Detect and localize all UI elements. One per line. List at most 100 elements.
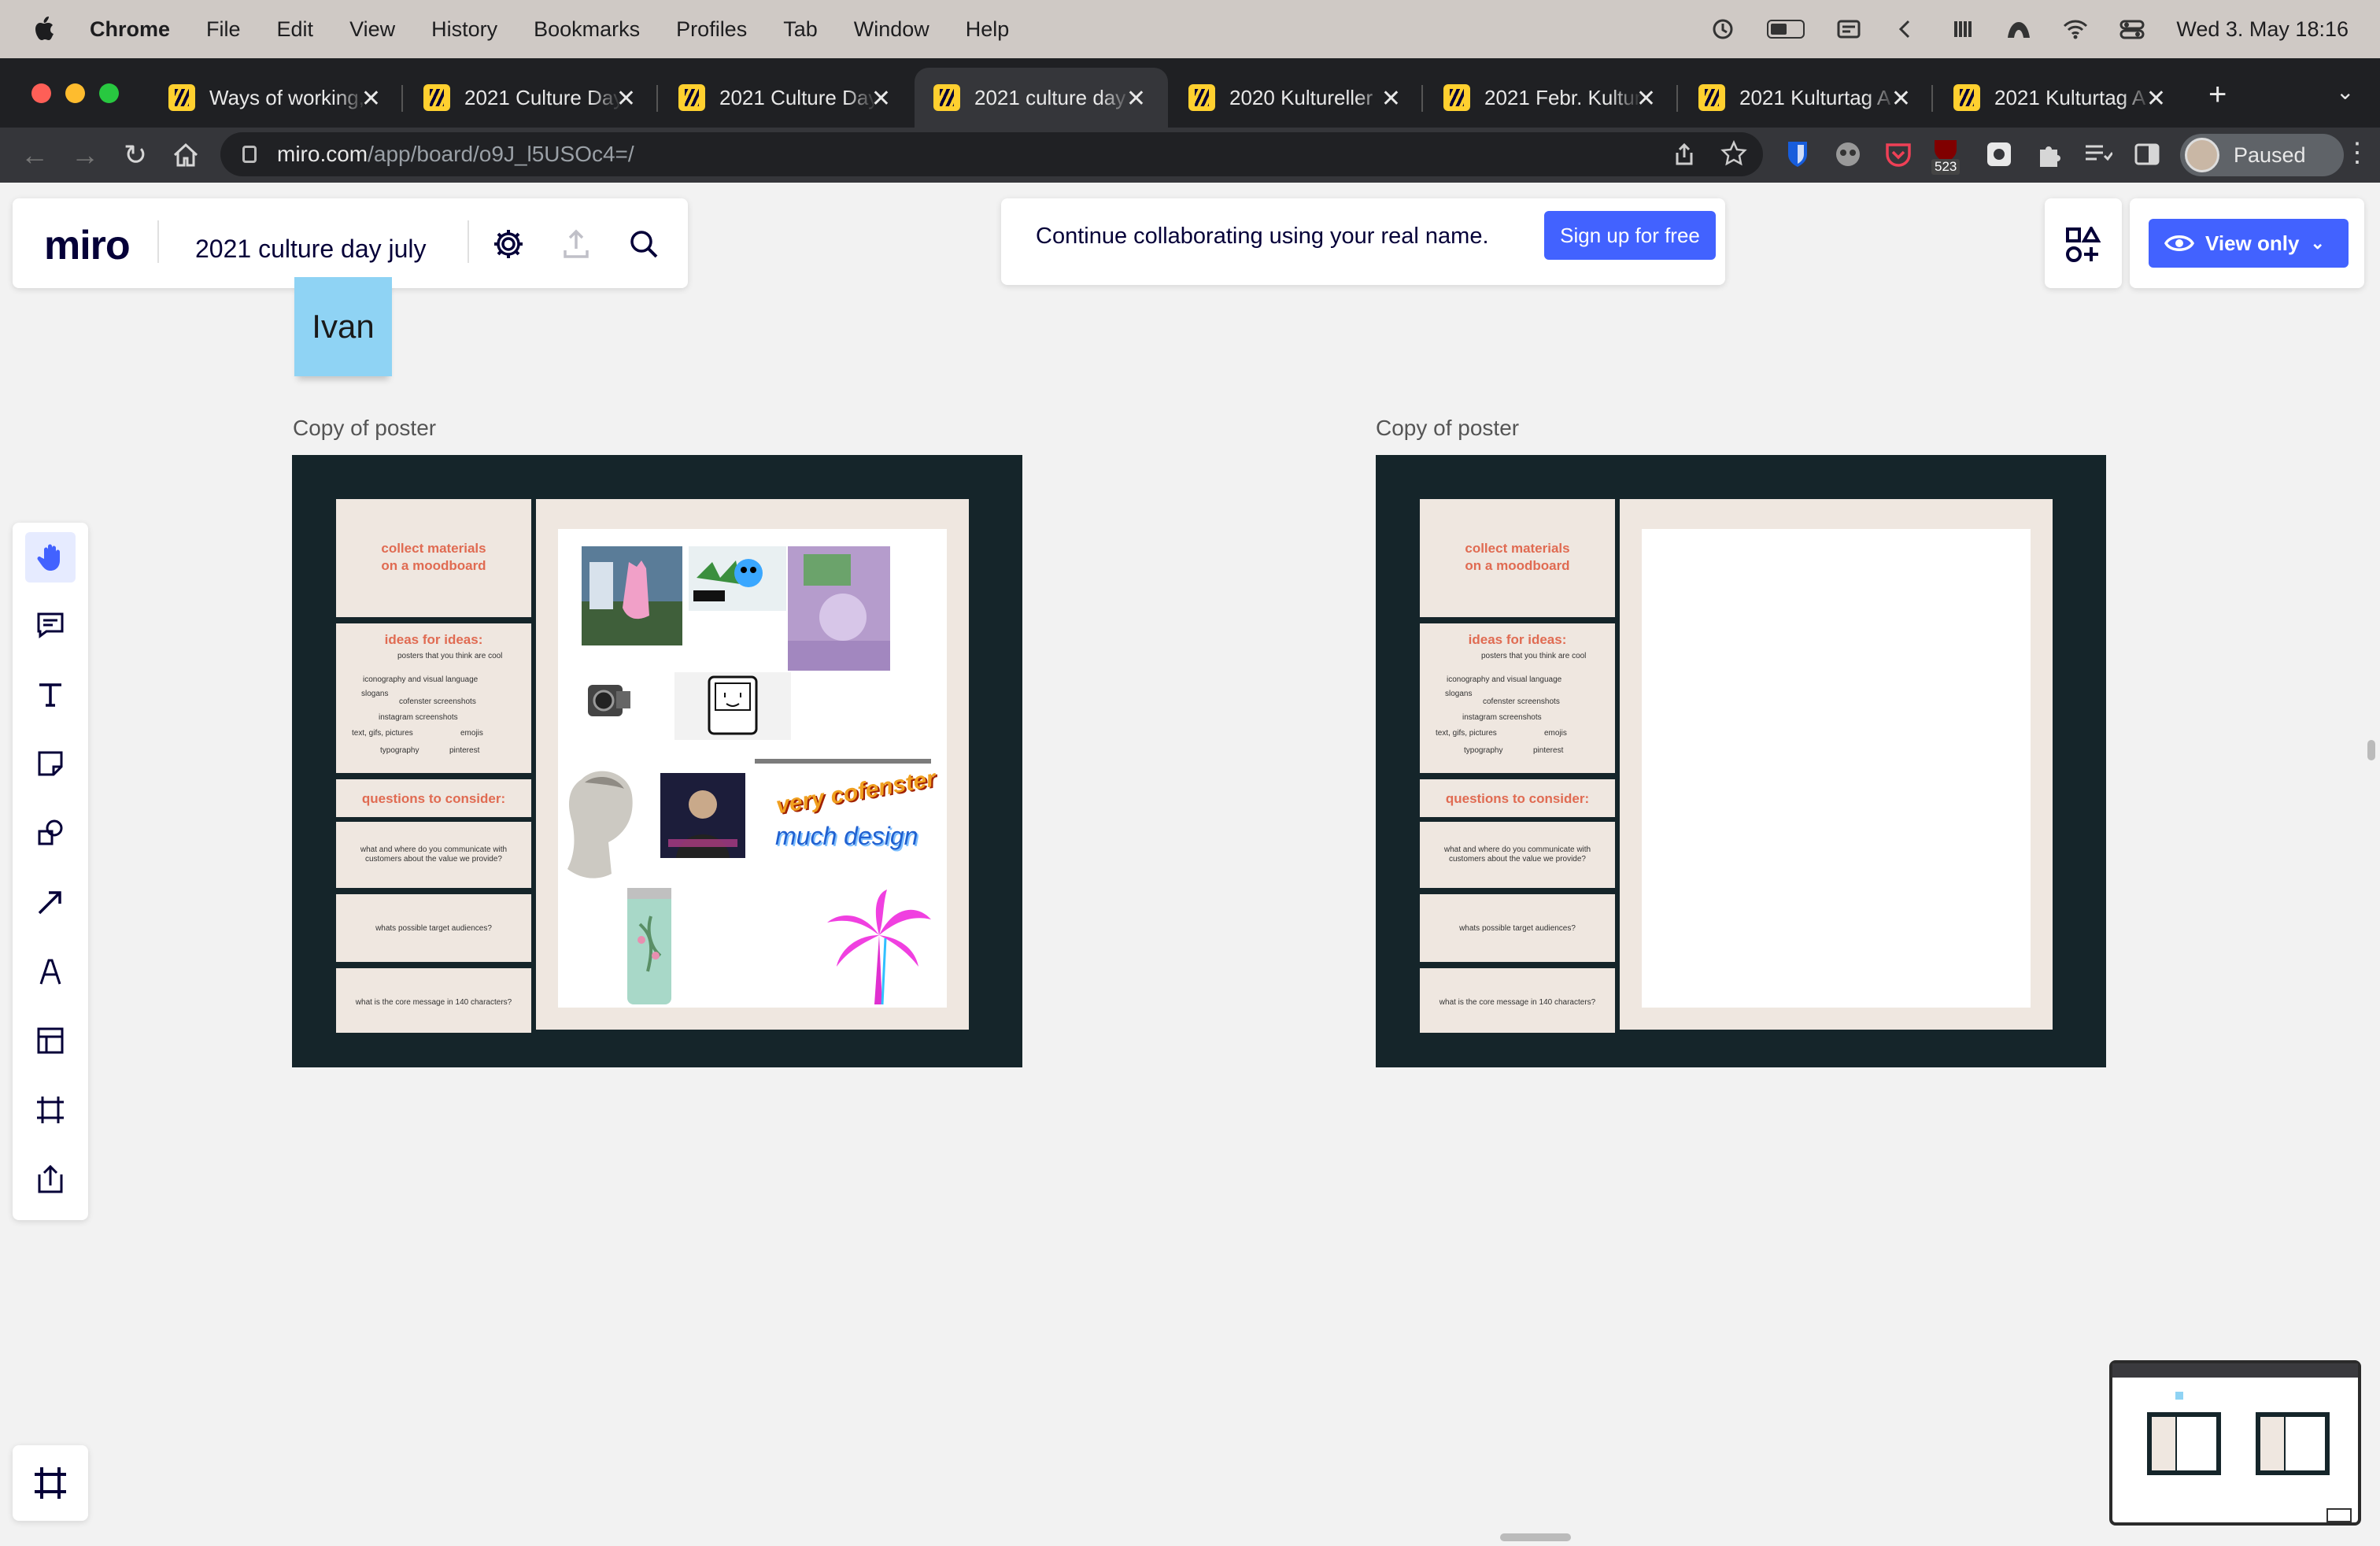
menu-profiles[interactable]: Profiles	[676, 17, 747, 42]
control-center-icon[interactable]	[2119, 17, 2145, 41]
zoom-window-button[interactable]	[99, 83, 119, 103]
menu-help[interactable]: Help	[966, 17, 1010, 42]
app-name[interactable]: Chrome	[90, 17, 170, 42]
extension-square-icon[interactable]	[1983, 139, 2015, 170]
ideas-card[interactable]: ideas for ideas: posters that you think …	[1420, 623, 1615, 773]
profile-button[interactable]: Paused	[2180, 134, 2344, 176]
share-icon[interactable]	[1672, 142, 1697, 167]
vertical-scrollbar[interactable]	[2367, 740, 2375, 760]
pocket-icon[interactable]	[1883, 139, 1914, 170]
minimap-toggle-icon[interactable]	[2326, 1508, 2352, 1522]
pen-tool[interactable]	[25, 946, 76, 997]
settings-gear-icon[interactable]	[491, 227, 526, 261]
question-card[interactable]: what is the core message in 140 characte…	[336, 968, 531, 1033]
palm-tree-image[interactable]	[824, 888, 934, 1006]
close-tab-icon[interactable]: ✕	[361, 85, 381, 113]
sticky-note[interactable]: Ivan	[294, 277, 392, 376]
menu-history[interactable]: History	[431, 17, 497, 42]
questions-title-card[interactable]: questions to consider:	[336, 779, 531, 817]
browser-tab[interactable]: 2021 Kulturtag A ✕	[1680, 68, 1933, 128]
moodboard-area[interactable]	[1620, 499, 2053, 1030]
menu-file[interactable]: File	[206, 17, 241, 42]
menu-bookmarks[interactable]: Bookmarks	[534, 17, 640, 42]
board-title[interactable]: 2021 culture day july	[195, 235, 427, 264]
bitwarden-icon[interactable]	[1782, 139, 1813, 170]
statue-collage-image[interactable]	[788, 546, 890, 671]
text-tool[interactable]	[25, 669, 76, 719]
sticky-note-tool[interactable]	[25, 738, 76, 789]
close-window-button[interactable]	[31, 83, 51, 103]
frame-label[interactable]: Copy of poster	[293, 416, 436, 441]
browser-tab[interactable]: 2021 Febr. Kultur ✕	[1425, 68, 1678, 128]
frames-panel-button[interactable]	[13, 1445, 88, 1521]
side-panel-icon[interactable]	[2131, 139, 2163, 170]
arizona-can-image[interactable]	[624, 885, 674, 1008]
word-art-text-1[interactable]: very cofenster	[774, 765, 938, 819]
comment-tool[interactable]	[25, 600, 76, 650]
battery-icon[interactable]	[1767, 20, 1805, 39]
empty-moodboard[interactable]	[1642, 529, 2031, 1008]
menu-tab[interactable]: Tab	[783, 17, 818, 42]
search-icon[interactable]	[626, 227, 661, 261]
forward-arrow-icon[interactable]: →	[69, 139, 101, 171]
bookmark-star-icon[interactable]	[1720, 140, 1747, 167]
shapes-tool[interactable]	[25, 808, 76, 858]
ideas-card[interactable]: ideas for ideas: posters that you think …	[336, 623, 531, 773]
ghostery-icon[interactable]	[1832, 139, 1864, 170]
upload-tool[interactable]	[25, 1154, 76, 1204]
time-machine-icon[interactable]	[1710, 17, 1735, 41]
question-card[interactable]: what and where do you communicate with c…	[1420, 822, 1615, 888]
menu-view[interactable]: View	[349, 17, 395, 42]
poster-frame[interactable]: collect materials on a moodboard ideas f…	[1376, 455, 2106, 1067]
miro-logo[interactable]: miro	[44, 222, 131, 269]
poster-frame[interactable]: collect materials on a moodboard ideas f…	[292, 455, 1022, 1067]
vpn-icon[interactable]	[2006, 17, 2031, 41]
datetime[interactable]: Wed 3. May 18:16	[2176, 17, 2349, 42]
reload-icon[interactable]: ↻	[120, 139, 151, 171]
display-icon[interactable]	[1836, 17, 1861, 41]
questions-title-card[interactable]: questions to consider:	[1420, 779, 1615, 817]
skull-sticker-image[interactable]	[689, 546, 786, 611]
llama-image[interactable]	[582, 546, 682, 645]
templates-tool[interactable]	[25, 1015, 76, 1066]
close-tab-icon[interactable]: ✕	[1636, 85, 1656, 113]
airpods-icon[interactable]	[1949, 17, 1975, 41]
browser-tab-active[interactable]: 2021 culture day ✕	[915, 68, 1168, 128]
lock-icon[interactable]	[242, 146, 257, 163]
close-tab-icon[interactable]: ✕	[1891, 85, 1911, 113]
apps-grid-icon[interactable]	[2065, 227, 2101, 263]
question-card[interactable]: whats possible target audiences?	[1420, 894, 1615, 962]
home-icon[interactable]	[170, 139, 201, 171]
classic-mac-image[interactable]	[674, 672, 791, 740]
ublock-extension-icon[interactable]: 523	[1930, 139, 1969, 175]
kebab-menu-icon[interactable]: ⋮	[2344, 137, 2371, 168]
collect-card[interactable]: collect materials on a moodboard	[336, 499, 531, 617]
frame-label[interactable]: Copy of poster	[1376, 416, 1519, 441]
question-card[interactable]: what and where do you communicate with c…	[336, 822, 531, 888]
miro-board-canvas[interactable]: miro 2021 culture day july Continue coll…	[0, 183, 2380, 1546]
david-statue-image[interactable]	[558, 764, 645, 886]
word-art-text-2[interactable]: much design	[775, 822, 918, 851]
address-bar[interactable]: miro.com/app/board/o9J_l5USOc4=/	[220, 132, 1763, 176]
hand-tool[interactable]	[25, 532, 76, 583]
wifi-icon[interactable]	[2063, 17, 2088, 41]
minimize-window-button[interactable]	[65, 83, 85, 103]
menu-window[interactable]: Window	[854, 17, 929, 42]
moodboard-area[interactable]: very cofenster much design	[536, 499, 969, 1030]
browser-tab[interactable]: 2021 Kulturtag A ✕	[1935, 68, 2188, 128]
tab-search-chevron-icon[interactable]: ⌄	[2336, 79, 2354, 105]
close-tab-icon[interactable]: ✕	[616, 85, 636, 113]
camera-image[interactable]	[582, 672, 634, 732]
close-tab-icon[interactable]: ✕	[1381, 85, 1401, 113]
back-arrow-icon[interactable]: ←	[19, 139, 50, 171]
new-tab-button[interactable]: +	[2208, 77, 2227, 113]
menu-edit[interactable]: Edit	[277, 17, 314, 42]
moodboard-collage[interactable]: very cofenster much design	[558, 529, 947, 1008]
collect-card[interactable]: collect materials on a moodboard	[1420, 499, 1615, 617]
portrait-photo-image[interactable]	[660, 773, 745, 858]
apple-icon[interactable]	[31, 14, 58, 44]
question-card[interactable]: what is the core message in 140 characte…	[1420, 968, 1615, 1033]
browser-tab[interactable]: 2021 Culture Day ✕	[660, 68, 913, 128]
question-card[interactable]: whats possible target audiences?	[336, 894, 531, 962]
minimap[interactable]	[2109, 1360, 2361, 1526]
